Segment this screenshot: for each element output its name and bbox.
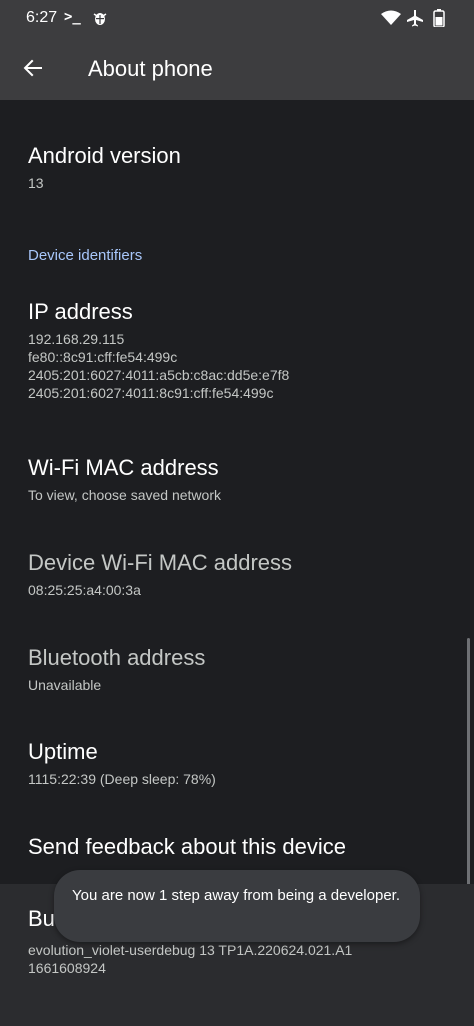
pref-summary: 13 bbox=[28, 175, 44, 191]
pref-wifi-mac-address[interactable]: Wi-Fi MAC address To view, choose saved … bbox=[28, 454, 454, 504]
pref-bluetooth-address[interactable]: Bluetooth address Unavailable bbox=[28, 644, 454, 694]
pref-title: Bluetooth address bbox=[28, 645, 206, 670]
pref-title: Device Wi-Fi MAC address bbox=[28, 550, 293, 575]
section-header-device-identifiers: Device identifiers bbox=[28, 247, 143, 264]
pref-title: Send feedback about this device bbox=[28, 834, 347, 859]
pref-title: Uptime bbox=[28, 739, 98, 764]
pref-title: Wi-Fi MAC address bbox=[28, 455, 219, 480]
airplane-icon bbox=[406, 9, 424, 32]
toast-message: You are now 1 step away from being a dev… bbox=[72, 887, 400, 904]
build-line: 1661608924 bbox=[28, 960, 106, 976]
app-bar: About phone bbox=[0, 36, 474, 100]
status-time: 6:27 bbox=[26, 9, 58, 26]
pref-title: IP address bbox=[28, 299, 133, 324]
pref-android-version[interactable]: Android version 13 bbox=[28, 142, 454, 192]
terminal-icon: >_ bbox=[64, 9, 81, 25]
ip-line: 2405:201:6027:4011:a5cb:c8ac:dd5e:e7f8 bbox=[28, 367, 290, 383]
ip-line: 192.168.29.115 bbox=[28, 331, 125, 347]
battery-icon bbox=[433, 9, 445, 32]
status-bar: 6:27 >_ bbox=[0, 0, 474, 36]
pref-send-feedback[interactable]: Send feedback about this device bbox=[28, 833, 454, 861]
pref-uptime[interactable]: Uptime 1115:22:39 (Deep sleep: 78%) bbox=[28, 738, 454, 788]
pref-ip-address[interactable]: IP address 192.168.29.115 fe80::8c91:cff… bbox=[28, 298, 454, 402]
pref-summary: Unavailable bbox=[28, 677, 102, 693]
ip-line: fe80::8c91:cff:fe54:499c bbox=[28, 349, 178, 365]
page-title: About phone bbox=[88, 56, 213, 81]
back-button[interactable] bbox=[14, 49, 52, 87]
pref-summary: 08:25:25:a4:00:3a bbox=[28, 582, 141, 598]
pref-summary: evolution_violet-userdebug 13 TP1A.22062… bbox=[28, 941, 454, 977]
pref-summary: To view, choose saved network bbox=[28, 487, 221, 503]
bug-icon bbox=[92, 10, 108, 31]
pref-device-wifi-mac-address[interactable]: Device Wi-Fi MAC address 08:25:25:a4:00:… bbox=[28, 549, 454, 599]
pref-summary: 192.168.29.115 fe80::8c91:cff:fe54:499c … bbox=[28, 330, 454, 402]
ip-line: 2405:201:6027:4011:8c91:cff:fe54:499c bbox=[28, 385, 274, 401]
arrow-back-icon bbox=[23, 59, 42, 77]
toast: You are now 1 step away from being a dev… bbox=[54, 870, 420, 942]
pref-title: Android version bbox=[28, 143, 181, 168]
wifi-icon bbox=[381, 10, 401, 31]
pref-summary: 1115:22:39 (Deep sleep: 78%) bbox=[28, 771, 216, 787]
build-line: evolution_violet-userdebug 13 TP1A.22062… bbox=[28, 942, 353, 958]
